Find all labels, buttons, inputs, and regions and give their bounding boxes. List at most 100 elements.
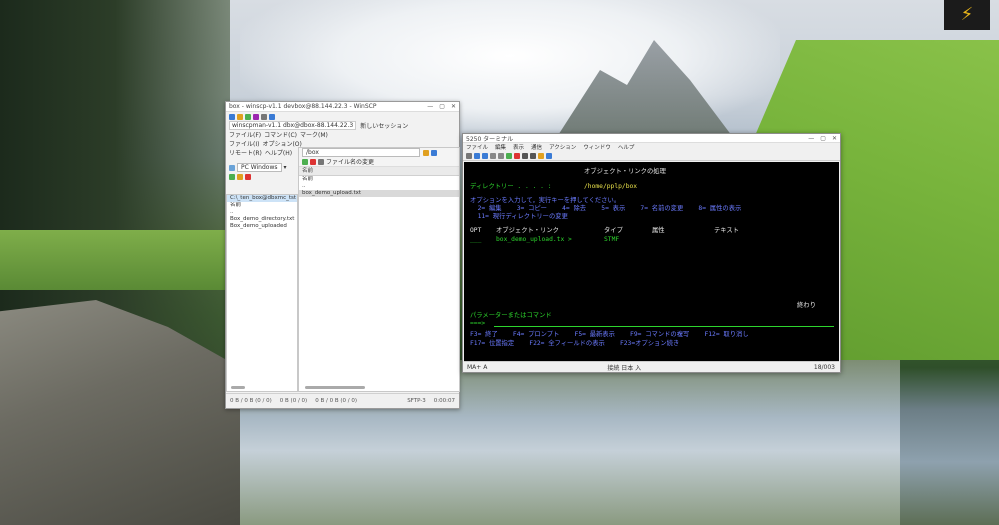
sync-icon[interactable] [229, 113, 235, 120]
menu-view[interactable]: 表示 [513, 143, 524, 151]
right-toolbar: ファイル名の変更 [299, 157, 459, 167]
settings-icon[interactable] [261, 113, 267, 120]
folder-icon[interactable] [423, 149, 429, 156]
minimize-icon[interactable]: — [427, 103, 433, 110]
transfer-icon[interactable] [269, 113, 275, 120]
status-text: 0 B / 0 B (0 / 0) [315, 398, 357, 404]
column-attr: 属性 [652, 227, 665, 234]
delete-icon[interactable] [245, 173, 251, 180]
command-prompt: ===> [470, 320, 486, 327]
print-icon[interactable] [466, 152, 472, 159]
menu-help[interactable]: ヘルプ [618, 143, 635, 151]
remote-column-header[interactable]: 名前 [299, 167, 459, 176]
settings-icon[interactable] [538, 152, 544, 159]
remote-file-pane[interactable]: /box ファイル名の変更 名前 名前 .. box_demo_upload.t… [298, 147, 460, 392]
remote-path-input[interactable]: /box [302, 148, 420, 157]
close-icon[interactable]: ✕ [832, 135, 837, 142]
close-icon[interactable]: ✕ [451, 103, 456, 110]
queue-icon[interactable] [253, 113, 259, 120]
status-keyboard: MA+ A [467, 363, 488, 371]
receive-icon[interactable] [498, 152, 504, 159]
ftp-title-bar[interactable]: box - winscp-v1.1 devbox@88.144.22.3 - W… [226, 102, 459, 112]
list-item[interactable]: C:\_ten_box@dbxmc_tst [227, 195, 297, 202]
refresh-icon[interactable] [245, 113, 251, 120]
column-text: テキスト [714, 227, 739, 234]
delete-icon[interactable] [310, 158, 316, 165]
chevron-down-icon[interactable]: ▾ [284, 164, 287, 171]
menu-files[interactable]: ファイル(I) [229, 139, 259, 148]
object-type: STMF [604, 236, 620, 243]
local-file-pane[interactable]: C:\_ten_box@dbxmc_tst 名前 .. Box_demo_dir… [226, 194, 298, 392]
left-drive-select[interactable]: PC Windows [237, 163, 282, 172]
menu-edit[interactable]: 編集 [495, 143, 506, 151]
maximize-icon[interactable]: ▢ [820, 135, 826, 142]
drive-icon [229, 164, 235, 171]
ftp-client-window[interactable]: box - winscp-v1.1 devbox@88.144.22.3 - W… [225, 101, 460, 409]
download-icon[interactable] [302, 158, 308, 165]
macro-icon[interactable] [522, 152, 528, 159]
instruction-options: 2= 編集 3= コピー 4= 除去 5= 表示 7= 名前の変更 8= 属性の… [470, 205, 742, 212]
directory-value: /home/pplp/box [584, 183, 638, 190]
terminal-screen[interactable]: オブジェクト・リンクの処理 ディレクトリー . . . . : /home/pp… [464, 162, 839, 361]
properties-icon[interactable] [318, 158, 324, 165]
send-icon[interactable] [490, 152, 496, 159]
list-item[interactable]: Box_demo_directory.txt [227, 216, 297, 223]
disconnect-icon[interactable] [514, 152, 520, 159]
terminal-title-bar[interactable]: 5250 ターミナル — ▢ ✕ [463, 134, 840, 143]
list-item[interactable]: .. [227, 209, 297, 216]
directory-label: ディレクトリー . . . . : [470, 183, 552, 190]
keyboard-icon[interactable] [530, 152, 536, 159]
list-item[interactable]: 名前 [227, 202, 297, 209]
channel-logo: ⚡ [944, 0, 990, 30]
command-input[interactable] [494, 326, 834, 327]
terminal-window[interactable]: 5250 ターミナル — ▢ ✕ ファイル 編集 表示 通信 アクション ウィン… [462, 133, 841, 373]
session-tab[interactable]: winscpman-v1.1 dbx@dbox-88.144.22.3 [229, 121, 357, 130]
screen-title: オブジェクト・リンクの処理 [584, 168, 666, 175]
list-item[interactable]: Box_demo_uploaded [227, 223, 297, 230]
menu-file[interactable]: ファイル [466, 143, 488, 151]
parameter-label: パラメーターまたはコマンド [470, 312, 552, 319]
menu-help[interactable]: ヘルプ(H) [265, 148, 292, 157]
paste-icon[interactable] [482, 152, 488, 159]
menu-comm[interactable]: 通信 [531, 143, 542, 151]
end-indicator: 終わり [797, 302, 816, 309]
status-text: 0 B / 0 B (0 / 0) [230, 398, 272, 404]
menu-window[interactable]: ウィンドウ [583, 143, 611, 151]
column-opt: OPT [470, 227, 482, 234]
status-text: 0:00:07 [433, 398, 455, 404]
option-input[interactable]: ___ [470, 236, 481, 244]
home-icon[interactable] [431, 149, 437, 156]
function-keys-1: F3= 終了 F4= プロンプト F5= 最新表示 F9= コマンドの複写 F1… [470, 331, 749, 338]
grass [0, 230, 230, 290]
list-item[interactable]: .. [299, 183, 459, 190]
upload-icon[interactable] [229, 173, 235, 180]
list-item[interactable]: 名前 [299, 176, 459, 183]
new-session-tab[interactable]: 新しいセッション [360, 121, 408, 130]
status-text: SFTP-3 [407, 398, 426, 404]
ftp-status-bar: 0 B / 0 B (0 / 0) 0 B (0 / 0) 0 B / 0 B … [226, 393, 459, 408]
menu-mark[interactable]: マーク(M) [300, 130, 328, 139]
instruction-options-2: 11= 現行ディレクトリーの変更 [470, 213, 568, 220]
left-scrollbar[interactable] [231, 386, 245, 389]
list-item[interactable]: box_demo_upload.txt [299, 190, 459, 197]
right-path-row: /box [299, 148, 459, 157]
menu-options[interactable]: オプション(O) [262, 139, 301, 148]
maximize-icon[interactable]: ▢ [439, 103, 445, 110]
help-icon[interactable] [546, 152, 552, 159]
connect-icon[interactable] [506, 152, 512, 159]
folder-icon[interactable] [237, 113, 243, 120]
edit-icon[interactable] [237, 173, 243, 180]
menu-command[interactable]: コマンド(C) [264, 130, 297, 139]
ftp-window-title: box - winscp-v1.1 devbox@88.144.22.3 - W… [229, 103, 377, 110]
terminal-toolbar [463, 151, 840, 161]
menu-remote[interactable]: リモート(R) [229, 148, 262, 157]
terminal-window-title: 5250 ターミナル [466, 135, 514, 143]
ftp-session-tabs: winscpman-v1.1 dbx@dbox-88.144.22.3 新しいセ… [226, 121, 459, 130]
right-scrollbar[interactable] [305, 386, 365, 389]
menu-file[interactable]: ファイル(F) [229, 130, 261, 139]
status-text: 0 B (0 / 0) [279, 398, 308, 404]
menu-action[interactable]: アクション [549, 143, 576, 151]
rename-button[interactable]: ファイル名の変更 [326, 157, 374, 166]
copy-icon[interactable] [474, 152, 480, 159]
minimize-icon[interactable]: — [808, 135, 814, 142]
